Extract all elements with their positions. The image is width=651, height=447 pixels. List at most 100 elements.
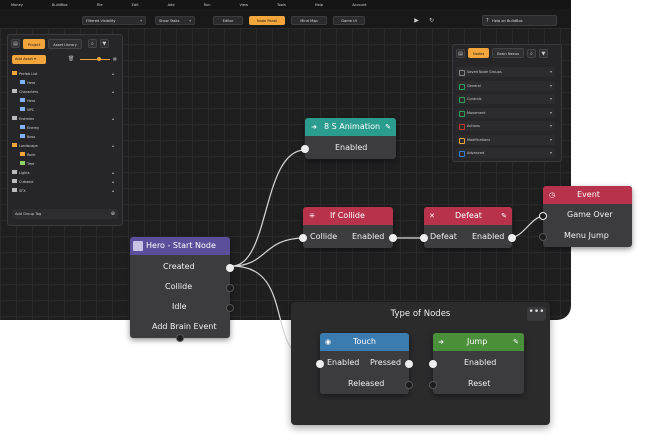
chevron-up-icon[interactable]: ▴: [112, 71, 114, 76]
play-icon[interactable]: ▶: [411, 16, 422, 25]
chevron-up-icon[interactable]: ▴: [112, 188, 114, 193]
menu-item[interactable]: Help: [315, 3, 323, 7]
output-port[interactable]: [508, 234, 516, 242]
defeat-output-label: Enabled: [472, 232, 505, 241]
if-collide-node[interactable]: ⁜ If Collide Collide Enabled: [299, 207, 397, 248]
node-category-item[interactable]: General ▾: [456, 80, 555, 91]
edit-icon[interactable]: ✎: [499, 211, 509, 221]
hero-created-label: Created: [163, 262, 195, 271]
category-icon: [459, 110, 465, 117]
tree-item[interactable]: Boss: [20, 134, 114, 139]
touch-node[interactable]: ◉ Touch Enabled Pressed Released: [316, 333, 413, 394]
edit-icon[interactable]: ✎: [511, 337, 521, 347]
mode-node-panel-button[interactable]: Node Panel: [249, 16, 285, 25]
search-icon[interactable]: ⌕: [526, 48, 536, 58]
input-port[interactable]: [429, 381, 437, 389]
menu-bar: Money BuildBox File Edit Add Run View To…: [0, 0, 571, 9]
event-node[interactable]: ◷ Event Game Over Menu Jump: [539, 186, 632, 247]
jump-node[interactable]: ➜ Jump ✎ Enabled Reset: [429, 333, 524, 394]
help-icon: ?: [486, 18, 489, 24]
tab-brain-nexus[interactable]: Brain Nexus: [492, 48, 524, 58]
input-port[interactable]: [539, 233, 547, 241]
tree-item[interactable]: Hero: [20, 98, 114, 103]
node-category-item[interactable]: Controls ▾: [456, 94, 555, 104]
menu-item[interactable]: Account: [352, 3, 367, 7]
more-options-button[interactable]: •••: [527, 307, 546, 321]
touch-node-title: Touch: [353, 337, 376, 346]
input-port[interactable]: [316, 360, 324, 368]
defeat-node[interactable]: ✕ Defeat ✎ Defeat Enabled: [420, 207, 516, 248]
mode-editor-button[interactable]: Editor: [213, 16, 243, 25]
output-port[interactable]: [405, 381, 413, 389]
category-icon: [459, 151, 465, 157]
node-category-item[interactable]: Advanced ▾: [456, 148, 555, 158]
node-category-item[interactable]: Modifications ▾: [456, 134, 555, 145]
refresh-icon[interactable]: ↻: [426, 16, 437, 25]
panel-icon[interactable]: ▤: [456, 48, 465, 58]
panel-icon[interactable]: ▤: [11, 39, 20, 48]
menu-item[interactable]: File: [97, 3, 103, 7]
output-port[interactable]: [389, 234, 397, 242]
visibility-select[interactable]: Filtered Visibility ▾: [82, 16, 146, 25]
chevron-up-icon[interactable]: ▴: [112, 89, 114, 94]
tree-item[interactable]: Tree: [20, 161, 114, 166]
output-port[interactable]: [226, 304, 234, 312]
tree-item[interactable]: Landscape ▴: [12, 143, 114, 148]
tab-asset-library[interactable]: Asset Library: [48, 38, 82, 49]
tree-item[interactable]: Characters ▴: [12, 89, 114, 94]
mode-game-ui-button[interactable]: Game UI: [333, 16, 365, 25]
chevron-up-icon[interactable]: ▴: [112, 170, 114, 175]
node-category-item[interactable]: Actions ▾: [456, 121, 555, 131]
tree-item[interactable]: Hero: [20, 80, 114, 85]
jump-reset-label: Reset: [468, 379, 491, 388]
filter-icon[interactable]: ▼: [99, 39, 109, 48]
touch-enabled-label: Enabled: [327, 358, 360, 367]
node-category-item[interactable]: Saved Node Groups ▾: [456, 67, 555, 77]
input-port[interactable]: [539, 212, 547, 220]
hero-start-node[interactable]: Hero - Start Node Created Collide Idle A…: [130, 237, 234, 342]
chevron-up-icon[interactable]: ▴: [112, 143, 114, 148]
mode-mind-map-button[interactable]: Mind Map: [291, 16, 327, 25]
output-port[interactable]: [405, 360, 413, 368]
tree-item[interactable]: Prefab List ▴: [12, 71, 114, 76]
menu-item[interactable]: Tools: [277, 3, 286, 7]
add-asset-button[interactable]: Add Asset ▾: [12, 55, 46, 64]
tree-item[interactable]: NPC: [20, 107, 114, 112]
tab-project[interactable]: Project: [23, 38, 46, 49]
input-port[interactable]: [299, 234, 307, 242]
search-icon[interactable]: ⌕: [87, 39, 97, 48]
chevron-up-icon[interactable]: ▴: [112, 179, 114, 184]
tasks-select[interactable]: Show Tasks ▾: [155, 16, 195, 25]
chevron-up-icon[interactable]: ▴: [112, 116, 114, 121]
tab-nodes[interactable]: Nodes: [468, 48, 490, 58]
tree-item[interactable]: SFX ▴: [12, 188, 114, 193]
input-port[interactable]: [301, 145, 309, 153]
zoom-slider[interactable]: [80, 57, 110, 61]
grid-view-icon[interactable]: ▦: [113, 56, 117, 61]
output-port[interactable]: [226, 264, 234, 272]
tree-item[interactable]: Enemy: [20, 125, 114, 130]
menu-item[interactable]: View: [239, 3, 248, 7]
tree-item[interactable]: Rock: [20, 152, 114, 157]
output-port[interactable]: [226, 284, 234, 292]
defeat-node-title: Defeat: [455, 211, 482, 220]
help-field[interactable]: ? Help on BuildBox: [482, 15, 557, 26]
trash-icon[interactable]: 🗑: [68, 56, 74, 62]
input-port[interactable]: [420, 234, 428, 242]
tree-item[interactable]: Cutsene ▴: [12, 179, 114, 184]
menu-item[interactable]: Money: [11, 3, 23, 7]
tree-item[interactable]: Enemies ▴: [12, 116, 114, 121]
node-category-item[interactable]: Movement ▾: [456, 107, 555, 118]
tree-item[interactable]: Lights ▴: [12, 170, 114, 175]
input-port[interactable]: [429, 360, 437, 368]
animation-node[interactable]: ➜ 8 S Animation ✎ Enabled: [301, 118, 396, 159]
menu-item[interactable]: Run: [204, 3, 211, 7]
plus-icon[interactable]: ⊕: [111, 209, 115, 219]
menu-item[interactable]: BuildBox: [52, 3, 68, 7]
edit-icon[interactable]: ✎: [383, 122, 393, 132]
filter-icon[interactable]: ▼: [538, 48, 548, 58]
menu-item[interactable]: Edit: [132, 3, 139, 7]
menu-item[interactable]: Add: [168, 3, 175, 7]
add-group-tag[interactable]: Add Group Tag ⊕: [12, 209, 118, 219]
add-brain-event-port[interactable]: [176, 334, 184, 342]
